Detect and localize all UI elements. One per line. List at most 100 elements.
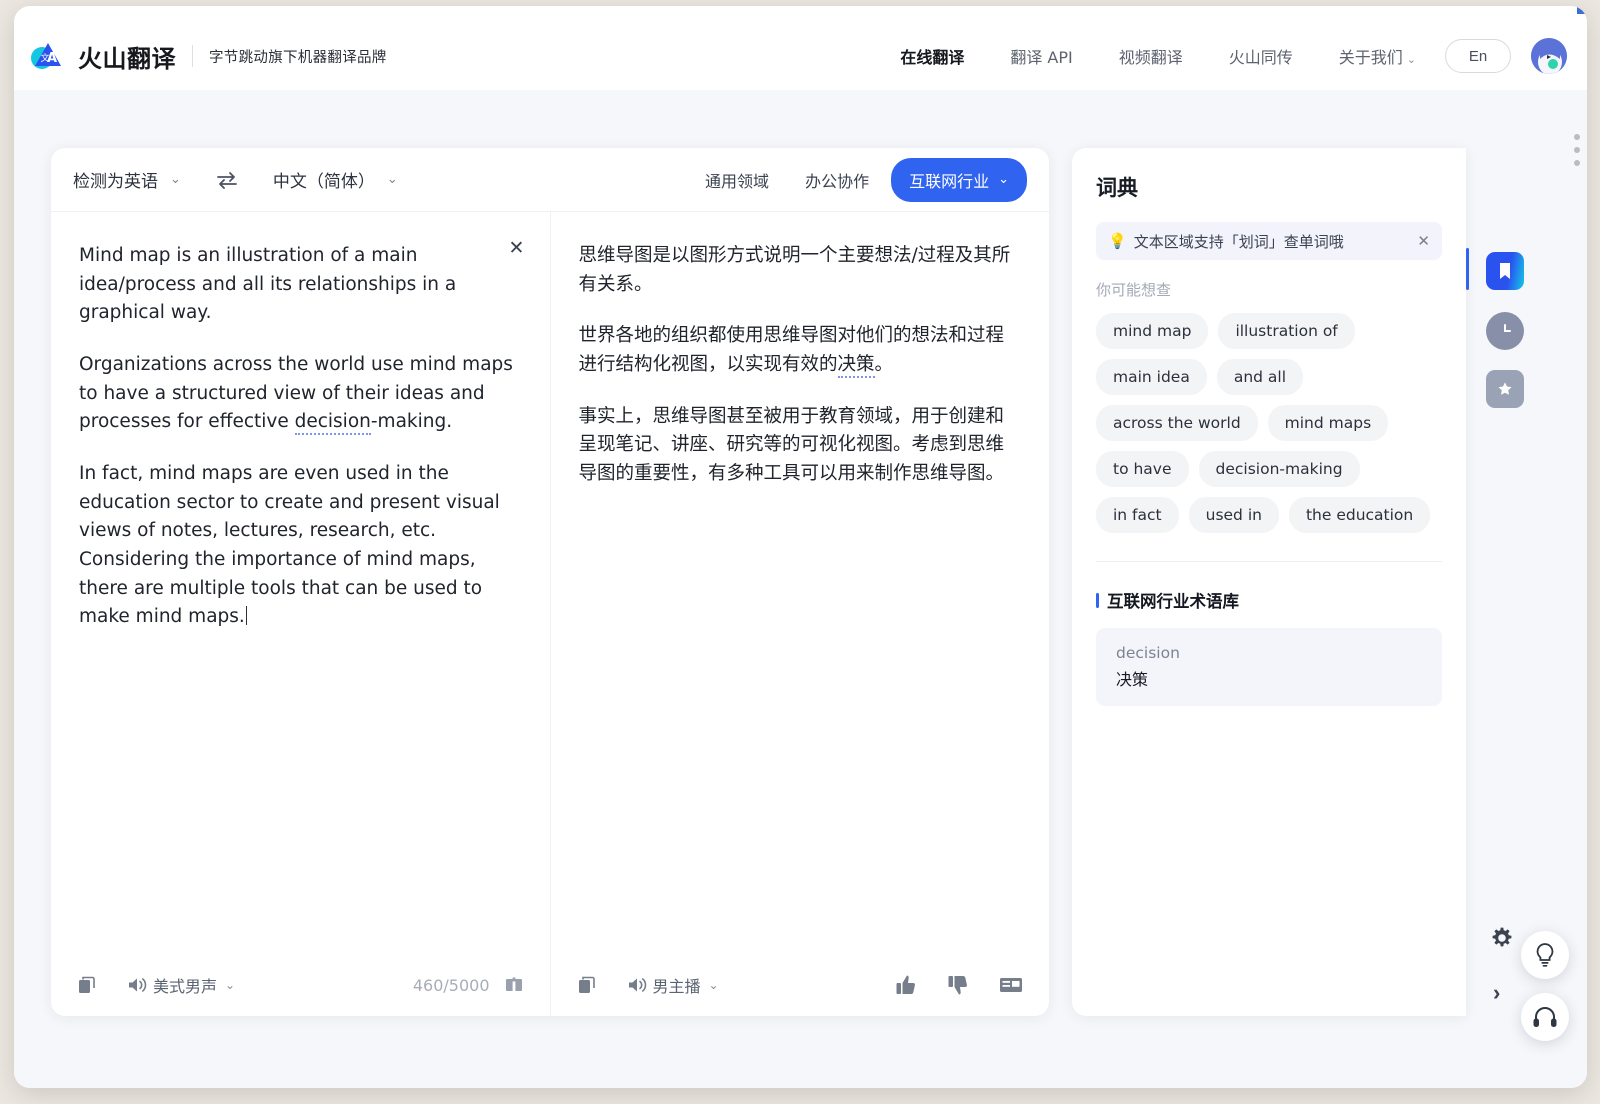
site-header: 文 A 火山翻译 字节跳动旗下机器翻译品牌 在线翻译 翻译 API 视频翻译 火… xyxy=(14,22,1587,90)
domain-tabs: 通用领域 办公协作 互联网行业 ⌄ xyxy=(691,158,1027,202)
rail-item-favorites[interactable] xyxy=(1486,370,1524,408)
swap-languages-button[interactable] xyxy=(215,171,239,189)
feedback-bulb-fab[interactable] xyxy=(1521,931,1569,979)
terminology-target: 决策 xyxy=(1116,666,1422,690)
target-language-label: 中文（简体） xyxy=(273,167,375,192)
source-language-label: 检测为英语 xyxy=(73,167,158,192)
lightbulb-icon: 💡 xyxy=(1108,232,1127,250)
terminology-section-header: 互联网行业术语库 xyxy=(1096,588,1442,612)
thumbs-up-icon[interactable] xyxy=(895,974,917,996)
dictionary-tip-banner: 💡 文本区域支持「划词」查单词哦 ✕ xyxy=(1096,222,1442,260)
chevron-down-icon: ⌄ xyxy=(998,172,1009,187)
language-toolbar: 检测为英语 ⌄ 中文（简体） ⌄ 通用领域 办公协作 xyxy=(51,148,1049,212)
term-highlight[interactable]: 决策 xyxy=(838,354,875,378)
page-body: 检测为英语 ⌄ 中文（简体） ⌄ 通用领域 办公协作 xyxy=(14,90,1587,1088)
domain-tab-office[interactable]: 办公协作 xyxy=(791,160,883,200)
collapse-panel-button[interactable]: › xyxy=(1493,980,1500,1006)
character-counter: 460/5000 xyxy=(413,976,490,995)
brand-slogan: 字节跳动旗下机器翻译品牌 xyxy=(209,46,387,67)
browser-window: 文 A 火山翻译 字节跳动旗下机器翻译品牌 在线翻译 翻译 API 视频翻译 火… xyxy=(14,6,1587,1088)
suggestion-chip[interactable]: mind maps xyxy=(1268,405,1389,441)
accent-bar xyxy=(1096,593,1099,608)
target-text[interactable]: 思维导图是以图形方式说明一个主要想法/过程及其所有关系。 世界各地的组织都使用思… xyxy=(551,212,1050,954)
nav-item-translate-api[interactable]: 翻译 API xyxy=(987,44,1095,68)
source-pane: ✕ Mind map is an illustration of a main … xyxy=(51,212,551,1016)
feedback-icons xyxy=(895,974,1023,996)
suggestion-chip[interactable]: decision-making xyxy=(1199,451,1360,487)
logo-wordmark: 火山翻译 xyxy=(78,39,176,74)
terminology-section-title: 互联网行业术语库 xyxy=(1107,588,1239,612)
dictionary-panel: 词典 💡 文本区域支持「划词」查单词哦 ✕ 你可能想查 mind map ill… xyxy=(1072,148,1466,1016)
frame-accent xyxy=(1577,6,1587,14)
right-rail: › xyxy=(1466,148,1548,1016)
settings-gear-icon[interactable] xyxy=(1490,926,1514,955)
svg-text:A: A xyxy=(47,51,57,66)
suggestion-chip[interactable]: the education xyxy=(1289,497,1430,533)
source-paragraph: Mind map is an illustration of a main id… xyxy=(79,242,522,328)
suggestion-chip[interactable]: mind map xyxy=(1096,313,1208,349)
close-icon[interactable]: ✕ xyxy=(1417,232,1430,250)
domain-tab-internet-label: 互联网行业 xyxy=(909,168,989,192)
domain-tab-internet[interactable]: 互联网行业 ⌄ xyxy=(891,158,1027,202)
rail-item-dictionary[interactable] xyxy=(1486,252,1524,290)
translate-card: 检测为英语 ⌄ 中文（简体） ⌄ 通用领域 办公协作 xyxy=(51,148,1049,1016)
suggestion-chip[interactable]: used in xyxy=(1189,497,1279,533)
source-voice-label: 美式男声 xyxy=(153,973,217,997)
speaker-icon[interactable] xyxy=(627,976,649,994)
chevron-down-icon: ⌄ xyxy=(1407,53,1416,66)
source-language-select[interactable]: 检测为英语 ⌄ xyxy=(73,167,181,192)
suggestion-chip[interactable]: in fact xyxy=(1096,497,1179,533)
target-pane: 思维导图是以图形方式说明一个主要想法/过程及其所有关系。 世界各地的组织都使用思… xyxy=(551,212,1050,1016)
language-switch-button[interactable]: En xyxy=(1445,39,1511,73)
suggestion-chip[interactable]: main idea xyxy=(1096,359,1207,395)
nav-item-video-translate[interactable]: 视频翻译 xyxy=(1096,44,1206,68)
dictionary-tip-text: 文本区域支持「划词」查单词哦 xyxy=(1134,231,1344,252)
nav-item-online-translate[interactable]: 在线翻译 xyxy=(877,44,987,68)
target-paragraph: 事实上，思维导图甚至被用于教育领域，用于创建和呈现笔记、讲座、研究等的可视化视图… xyxy=(579,403,1022,489)
header-divider xyxy=(192,45,193,67)
suggestion-chip[interactable]: and all xyxy=(1217,359,1303,395)
translation-panes: ✕ Mind map is an illustration of a main … xyxy=(51,212,1049,1016)
chevron-down-icon: ⌄ xyxy=(387,172,398,187)
text-cursor xyxy=(246,606,248,625)
suggestion-chip[interactable]: to have xyxy=(1096,451,1189,487)
source-paragraph: Organizations across the world use mind … xyxy=(79,351,522,437)
copy-icon[interactable] xyxy=(77,975,97,995)
clear-text-button[interactable]: ✕ xyxy=(506,238,528,260)
brand-logo[interactable]: 文 A 火山翻译 xyxy=(28,36,176,76)
suggestion-chips: mind map illustration of main idea and a… xyxy=(1096,313,1442,533)
dictionary-book-icon[interactable] xyxy=(999,976,1023,994)
terminology-entry[interactable]: decision 决策 xyxy=(1096,628,1442,706)
source-textarea[interactable]: Mind map is an illustration of a main id… xyxy=(51,212,550,954)
domain-tab-general[interactable]: 通用领域 xyxy=(691,160,783,200)
customer-support-fab[interactable] xyxy=(1521,993,1569,1041)
nav-item-simultaneous[interactable]: 火山同传 xyxy=(1206,44,1316,68)
term-highlight[interactable]: decision xyxy=(295,411,371,435)
suggestion-chip[interactable]: across the world xyxy=(1096,405,1258,441)
target-voice-select[interactable]: 男主播 ⌄ xyxy=(653,973,719,997)
source-footer: 美式男声 ⌄ 460/5000 xyxy=(51,954,550,1016)
volcano-logo-icon: 文 A xyxy=(28,36,68,76)
chevron-down-icon: ⌄ xyxy=(709,978,719,992)
dictionary-title: 词典 xyxy=(1096,172,1442,202)
suggestions-label: 你可能想查 xyxy=(1096,279,1442,300)
rail-active-indicator xyxy=(1466,248,1469,290)
avatar[interactable] xyxy=(1531,38,1567,74)
target-language-select[interactable]: 中文（简体） ⌄ xyxy=(273,167,398,192)
expand-icon[interactable] xyxy=(504,975,524,995)
nav-item-about-us[interactable]: 关于我们⌄ xyxy=(1316,44,1439,68)
target-footer: 男主播 ⌄ xyxy=(551,954,1050,1016)
target-paragraph: 思维导图是以图形方式说明一个主要想法/过程及其所有关系。 xyxy=(579,242,1022,299)
chevron-down-icon: ⌄ xyxy=(170,172,181,187)
rail-item-history[interactable] xyxy=(1486,312,1524,350)
chevron-down-icon: ⌄ xyxy=(225,978,235,992)
copy-icon[interactable] xyxy=(577,975,597,995)
source-voice-select[interactable]: 美式男声 ⌄ xyxy=(153,973,235,997)
target-voice-label: 男主播 xyxy=(653,973,701,997)
divider xyxy=(1096,561,1442,562)
suggestion-chip[interactable]: illustration of xyxy=(1218,313,1354,349)
thumbs-down-icon[interactable] xyxy=(947,974,969,996)
speaker-icon[interactable] xyxy=(127,976,149,994)
scrollbar-dots[interactable] xyxy=(1574,134,1580,166)
source-paragraph: In fact, mind maps are even used in the … xyxy=(79,460,522,632)
